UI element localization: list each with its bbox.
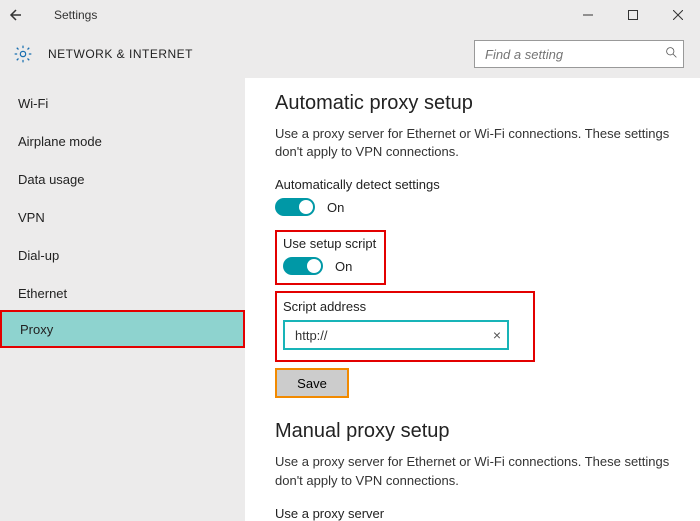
script-address-input[interactable] [293,327,493,344]
search-input[interactable] [483,46,665,63]
script-address-field[interactable]: × [283,320,509,350]
titlebar: Settings [0,0,700,30]
auto-detect-label: Automatically detect settings [275,177,682,192]
sidebar-item-label: Wi-Fi [18,96,48,111]
header: NETWORK & INTERNET [0,30,700,78]
back-button[interactable] [0,0,30,30]
sidebar-item-airplane[interactable]: Airplane mode [0,122,245,160]
settings-search[interactable] [474,40,684,68]
gear-icon [12,43,34,65]
close-button[interactable] [655,0,700,30]
sidebar-item-label: VPN [18,210,45,225]
sidebar-item-dialup[interactable]: Dial-up [0,236,245,274]
script-address-highlight: Script address × [275,291,535,362]
section-title: NETWORK & INTERNET [48,47,193,61]
manual-proxy-setup-heading: Manual proxy setup [275,420,682,443]
auto-detect-state: On [327,200,344,215]
auto-detect-toggle[interactable] [275,198,315,216]
automatic-proxy-setup-heading: Automatic proxy setup [275,92,682,115]
sidebar-item-label: Ethernet [18,286,67,301]
use-setup-script-label: Use setup script [283,236,376,251]
content: Automatic proxy setup Use a proxy server… [245,78,700,521]
sidebar-item-label: Proxy [20,322,53,337]
use-setup-script-highlight: Use setup script On [275,230,386,285]
sidebar-item-label: Data usage [18,172,85,187]
script-address-label: Script address [283,299,523,314]
auto-proxy-desc: Use a proxy server for Ethernet or Wi-Fi… [275,125,682,161]
sidebar-item-wifi[interactable]: Wi-Fi [0,84,245,122]
sidebar-item-ethernet[interactable]: Ethernet [0,274,245,312]
use-setup-script-toggle[interactable] [283,257,323,275]
sidebar-item-label: Dial-up [18,248,59,263]
save-highlight: Save [275,368,349,398]
sidebar: Wi-Fi Airplane mode Data usage VPN Dial-… [0,78,245,521]
use-proxy-server-label: Use a proxy server [275,506,682,521]
sidebar-item-vpn[interactable]: VPN [0,198,245,236]
use-setup-script-state: On [335,259,352,274]
maximize-button[interactable] [610,0,655,30]
clear-icon[interactable]: × [493,327,501,343]
sidebar-item-label: Airplane mode [18,134,102,149]
save-button[interactable]: Save [277,370,347,396]
sidebar-item-data-usage[interactable]: Data usage [0,160,245,198]
window-title: Settings [54,8,97,22]
minimize-button[interactable] [565,0,610,30]
manual-proxy-desc: Use a proxy server for Ethernet or Wi-Fi… [275,453,682,489]
search-icon [665,46,678,62]
sidebar-item-proxy[interactable]: Proxy [0,310,245,348]
